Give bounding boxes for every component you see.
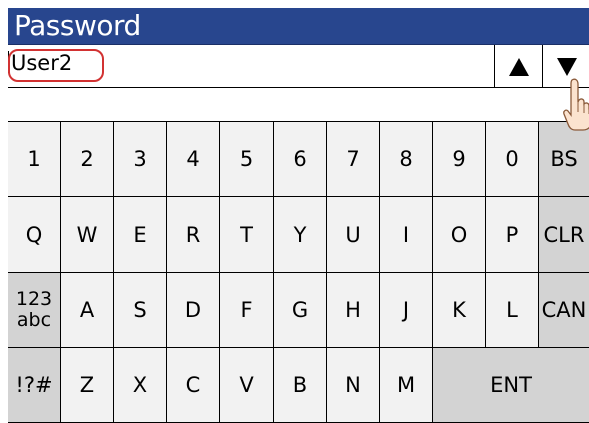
key-u[interactable]: U <box>327 197 380 273</box>
next-user-button[interactable] <box>542 45 589 87</box>
key-a[interactable]: A <box>61 273 114 348</box>
on-screen-keyboard: 1 2 3 4 5 6 7 8 9 0 BS Q W E R T Y U I O P CLR 123 abc A S D F G H J K… <box>8 122 589 423</box>
key-2[interactable]: 2 <box>61 122 114 197</box>
key-3[interactable]: 3 <box>114 122 167 197</box>
key-l[interactable]: L <box>486 273 539 348</box>
key-w[interactable]: W <box>61 197 114 273</box>
key-6[interactable]: 6 <box>274 122 327 197</box>
key-m[interactable]: M <box>380 348 433 423</box>
key-n[interactable]: N <box>327 348 380 423</box>
key-clr[interactable]: CLR <box>539 197 589 273</box>
key-exclqhash[interactable]: !?# <box>8 348 61 423</box>
key-9[interactable]: 9 <box>433 122 486 197</box>
key-f[interactable]: F <box>220 273 274 348</box>
key-d[interactable]: D <box>167 273 220 348</box>
key-b[interactable]: B <box>274 348 327 423</box>
key-x[interactable]: X <box>114 348 167 423</box>
key-s[interactable]: S <box>114 273 167 348</box>
key-i[interactable]: I <box>380 197 433 273</box>
key-v[interactable]: V <box>220 348 274 423</box>
key-o[interactable]: O <box>433 197 486 273</box>
key-7[interactable]: 7 <box>327 122 380 197</box>
key-k[interactable]: K <box>433 273 486 348</box>
key-0[interactable]: 0 <box>486 122 539 197</box>
key-z[interactable]: Z <box>61 348 114 423</box>
triangle-down-icon <box>556 58 577 76</box>
password-input[interactable] <box>8 88 589 122</box>
key-4[interactable]: 4 <box>167 122 220 197</box>
key-5[interactable]: 5 <box>220 122 274 197</box>
key-h[interactable]: H <box>327 273 380 348</box>
title-bar: Password <box>8 8 589 45</box>
key-p[interactable]: P <box>486 197 539 273</box>
key-8[interactable]: 8 <box>380 122 433 197</box>
key-1[interactable]: 1 <box>8 122 61 197</box>
triangle-up-icon <box>508 58 529 76</box>
previous-user-button[interactable] <box>494 45 542 87</box>
password-dialog: Password User2 1 2 3 4 5 6 7 8 9 0 BS Q W E R T Y U I O P CLR… <box>0 0 589 423</box>
key-q[interactable]: Q <box>8 197 61 273</box>
key-y[interactable]: Y <box>274 197 327 273</box>
key-e[interactable]: E <box>114 197 167 273</box>
user-selector: User2 <box>8 45 589 88</box>
window-title: Password <box>14 9 141 42</box>
key-can[interactable]: CAN <box>539 273 589 348</box>
key-bs[interactable]: BS <box>539 122 589 197</box>
key-ent[interactable]: ENT <box>433 348 589 423</box>
key-j[interactable]: J <box>380 273 433 348</box>
key-t[interactable]: T <box>220 197 274 273</box>
key-g[interactable]: G <box>274 273 327 348</box>
key-c[interactable]: C <box>167 348 220 423</box>
user-highlight-ring <box>8 49 104 82</box>
key-r[interactable]: R <box>167 197 220 273</box>
key-123-abc[interactable]: 123 abc <box>8 273 61 348</box>
